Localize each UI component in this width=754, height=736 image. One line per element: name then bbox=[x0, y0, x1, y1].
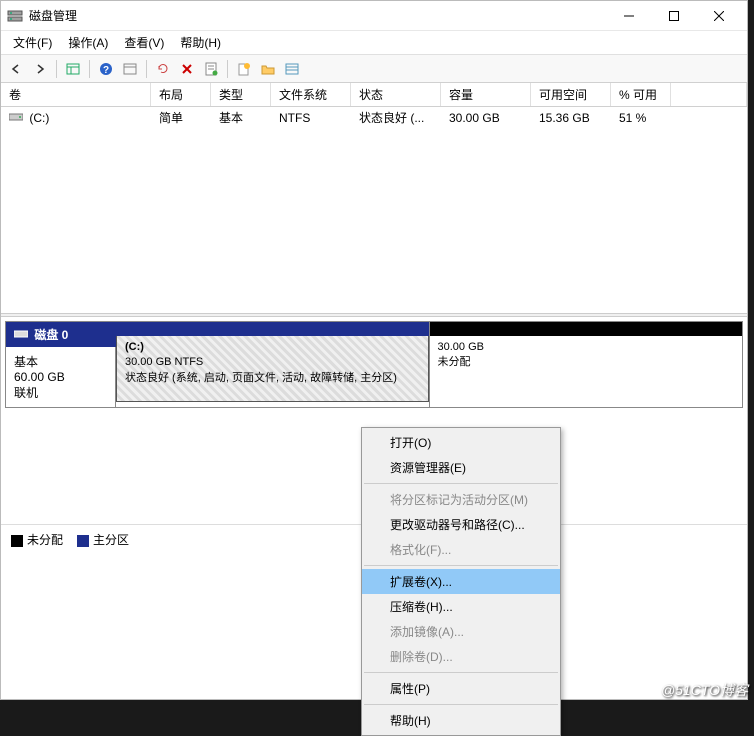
show-hide-tree-button[interactable] bbox=[62, 58, 84, 80]
col-capacity[interactable]: 容量 bbox=[441, 83, 531, 106]
cm-properties[interactable]: 属性(P) bbox=[362, 676, 560, 701]
app-icon bbox=[7, 8, 23, 24]
help-button[interactable]: ? bbox=[95, 58, 117, 80]
col-free[interactable]: 可用空间 bbox=[531, 83, 611, 106]
col-type[interactable]: 类型 bbox=[211, 83, 271, 106]
back-button[interactable] bbox=[5, 58, 27, 80]
part-c-size: 30.00 GB NTFS bbox=[125, 355, 420, 370]
properties-icon[interactable] bbox=[200, 58, 222, 80]
col-layout[interactable]: 布局 bbox=[151, 83, 211, 106]
delete-icon[interactable] bbox=[176, 58, 198, 80]
minimize-button[interactable] bbox=[606, 1, 651, 30]
legend-swatch-primary bbox=[77, 535, 89, 547]
new-icon[interactable] bbox=[233, 58, 255, 80]
toolbar: ? bbox=[1, 55, 747, 83]
legend-primary: 主分区 bbox=[93, 533, 129, 547]
menu-file[interactable]: 文件(F) bbox=[5, 31, 60, 54]
volume-status: 状态良好 (... bbox=[351, 107, 441, 128]
window-controls bbox=[606, 1, 741, 30]
cm-change-letter[interactable]: 更改驱动器号和路径(C)... bbox=[362, 512, 560, 537]
volume-type: 基本 bbox=[211, 107, 271, 128]
part-c-status: 状态良好 (系统, 启动, 页面文件, 活动, 故障转储, 主分区) bbox=[125, 371, 420, 386]
menubar: 文件(F) 操作(A) 查看(V) 帮助(H) bbox=[1, 31, 747, 55]
part-c-name: (C:) bbox=[125, 340, 420, 355]
disk-header: 磁盘 0 bbox=[6, 322, 116, 347]
volume-table-header: 卷 布局 类型 文件系统 状态 容量 可用空间 % 可用 bbox=[1, 83, 747, 107]
cm-open[interactable]: 打开(O) bbox=[362, 430, 560, 455]
legend-swatch-unallocated bbox=[11, 535, 23, 547]
cm-mark-active: 将分区标记为活动分区(M) bbox=[362, 487, 560, 512]
volume-pctfree: 51 % bbox=[611, 109, 671, 127]
refresh-button[interactable] bbox=[152, 58, 174, 80]
partition-unallocated[interactable]: 30.00 GB 未分配 bbox=[430, 322, 743, 407]
forward-button[interactable] bbox=[29, 58, 51, 80]
cm-extend-volume[interactable]: 扩展卷(X)... bbox=[362, 569, 560, 594]
folder-icon[interactable] bbox=[257, 58, 279, 80]
list-icon[interactable] bbox=[281, 58, 303, 80]
cm-shrink-volume[interactable]: 压缩卷(H)... bbox=[362, 594, 560, 619]
part-u-size: 30.00 GB bbox=[438, 340, 735, 355]
part-u-status: 未分配 bbox=[438, 355, 735, 370]
disk-type: 基本 bbox=[14, 353, 107, 370]
cm-format: 格式化(F)... bbox=[362, 537, 560, 562]
disk-state: 联机 bbox=[14, 384, 107, 401]
volume-free: 15.36 GB bbox=[531, 109, 611, 127]
disk-size: 60.00 GB bbox=[14, 370, 107, 384]
disk-icon bbox=[14, 328, 28, 338]
col-pctfree[interactable]: % 可用 bbox=[611, 83, 671, 106]
volume-name: (C:) bbox=[29, 111, 49, 125]
close-button[interactable] bbox=[696, 1, 741, 30]
volume-fs: NTFS bbox=[271, 109, 351, 127]
settings-button[interactable] bbox=[119, 58, 141, 80]
partition-c[interactable]: (C:) 30.00 GB NTFS 状态良好 (系统, 启动, 页面文件, 活… bbox=[116, 322, 430, 407]
cm-help[interactable]: 帮助(H) bbox=[362, 708, 560, 733]
titlebar: 磁盘管理 bbox=[1, 1, 747, 31]
disk-layout: (C:) 30.00 GB NTFS 状态良好 (系统, 启动, 页面文件, 活… bbox=[116, 322, 742, 407]
menu-view[interactable]: 查看(V) bbox=[116, 31, 172, 54]
maximize-button[interactable] bbox=[651, 1, 696, 30]
menu-help[interactable]: 帮助(H) bbox=[172, 31, 229, 54]
cm-delete-volume: 删除卷(D)... bbox=[362, 644, 560, 669]
drive-icon bbox=[9, 111, 23, 121]
cm-explorer[interactable]: 资源管理器(E) bbox=[362, 455, 560, 480]
disk-info[interactable]: 基本 60.00 GB 联机 bbox=[6, 347, 116, 407]
volume-capacity: 30.00 GB bbox=[441, 109, 531, 127]
col-volume[interactable]: 卷 bbox=[1, 83, 151, 106]
watermark: @51CTO博客 bbox=[661, 680, 748, 700]
svg-text:?: ? bbox=[103, 65, 109, 76]
col-status[interactable]: 状态 bbox=[351, 83, 441, 106]
context-menu: 打开(O) 资源管理器(E) 将分区标记为活动分区(M) 更改驱动器号和路径(C… bbox=[361, 427, 561, 736]
legend-unallocated: 未分配 bbox=[27, 533, 63, 547]
disk-management-window: 磁盘管理 文件(F) 操作(A) 查看(V) 帮助(H) ? 卷 布局 类型 文… bbox=[0, 0, 748, 700]
disk-row: 磁盘 0 基本 60.00 GB 联机 (C:) 30.00 GB NTFS 状… bbox=[5, 321, 743, 408]
menu-action[interactable]: 操作(A) bbox=[60, 31, 116, 54]
volume-table-body: (C:) 简单 基本 NTFS 状态良好 (... 30.00 GB 15.36… bbox=[1, 107, 747, 313]
cm-add-mirror: 添加镜像(A)... bbox=[362, 619, 560, 644]
window-title: 磁盘管理 bbox=[29, 7, 606, 24]
col-filesystem[interactable]: 文件系统 bbox=[271, 83, 351, 106]
volume-layout: 简单 bbox=[151, 107, 211, 128]
table-row[interactable]: (C:) 简单 基本 NTFS 状态良好 (... 30.00 GB 15.36… bbox=[1, 107, 747, 128]
